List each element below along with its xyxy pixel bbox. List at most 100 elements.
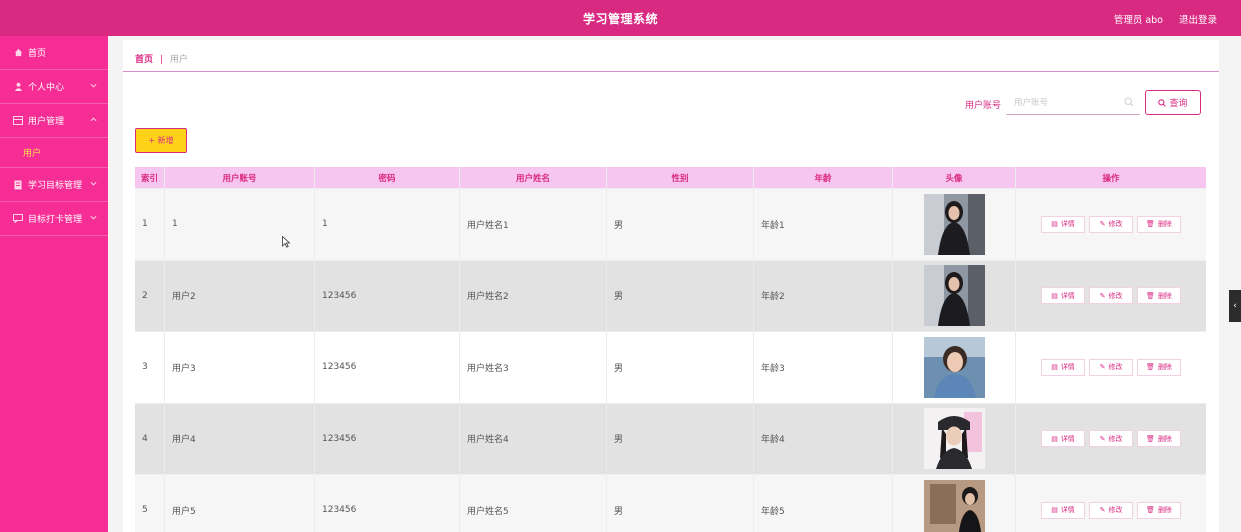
edit-label: 修改 bbox=[1108, 506, 1123, 515]
trash-icon: 🗑 bbox=[1146, 506, 1155, 515]
detail-button[interactable]: ▤ 详情 bbox=[1041, 287, 1085, 305]
sidebar-item-study-goals[interactable]: 学习目标管理 bbox=[0, 168, 108, 202]
edit-button[interactable]: ✎ 修改 bbox=[1089, 501, 1133, 519]
table-row: 5 用户5 123456 用户姓名5 男 年龄5 ▤ 详情 ✎ 修改 🗑 删除 bbox=[135, 475, 1206, 532]
delete-button[interactable]: 🗑 删除 bbox=[1137, 287, 1181, 305]
cell-password: 123456 bbox=[315, 260, 460, 331]
detail-icon: ▤ bbox=[1051, 291, 1058, 300]
column-header: 性别 bbox=[607, 167, 754, 188]
cell-age: 年龄1 bbox=[754, 189, 893, 260]
avatar bbox=[923, 193, 985, 255]
detail-icon: ▤ bbox=[1051, 363, 1058, 372]
sidebar-item-personal[interactable]: 个人中心 bbox=[0, 70, 108, 104]
edit-icon: ✎ bbox=[1099, 434, 1106, 443]
cell-sex: 男 bbox=[607, 475, 754, 532]
search-icon bbox=[1158, 98, 1167, 107]
sidebar-item-home[interactable]: 首页 bbox=[0, 36, 108, 70]
query-button-label: 查询 bbox=[1169, 99, 1188, 109]
delete-button[interactable]: 🗑 删除 bbox=[1137, 501, 1181, 519]
chevron-down-icon bbox=[90, 179, 97, 188]
table-icon bbox=[13, 116, 23, 126]
avatar bbox=[923, 336, 985, 398]
detail-button[interactable]: ▤ 详情 bbox=[1041, 501, 1085, 519]
cell-index: 3 bbox=[135, 332, 165, 403]
detail-button[interactable]: ▤ 详情 bbox=[1041, 430, 1085, 448]
cell-index: 5 bbox=[135, 475, 165, 532]
chevron-up-icon bbox=[90, 115, 97, 124]
sidebar: 首页 个人中心 用户管理 用户 学习目标管理 目标打卡管理 bbox=[0, 36, 108, 532]
detail-label: 详情 bbox=[1060, 220, 1075, 229]
user-icon bbox=[13, 82, 23, 92]
edit-button[interactable]: ✎ 修改 bbox=[1089, 358, 1133, 376]
column-header: 用户账号 bbox=[165, 167, 315, 188]
delete-button[interactable]: 🗑 删除 bbox=[1137, 358, 1181, 376]
table-row: 3 用户3 123456 用户姓名3 男 年龄3 ▤ 详情 ✎ 修改 🗑 删除 bbox=[135, 332, 1206, 404]
query-button[interactable]: 查询 bbox=[1145, 90, 1201, 115]
search-field bbox=[1006, 92, 1140, 115]
sidebar-item-goal-checkin[interactable]: 目标打卡管理 bbox=[0, 202, 108, 236]
delete-label: 删除 bbox=[1157, 291, 1172, 300]
trash-icon: 🗑 bbox=[1146, 291, 1155, 300]
table-header-row: 索引 用户账号 密码 用户姓名 性别 年龄 头像 操作 bbox=[135, 167, 1206, 189]
column-header: 用户姓名 bbox=[460, 167, 607, 188]
cell-age: 年龄2 bbox=[754, 260, 893, 331]
search-input[interactable] bbox=[1006, 92, 1116, 114]
add-button[interactable]: + 新增 bbox=[135, 128, 187, 153]
avatar bbox=[923, 408, 985, 470]
chevron-down-icon bbox=[90, 213, 97, 222]
detail-button[interactable]: ▤ 详情 bbox=[1041, 215, 1085, 233]
current-user: 管理员 abo bbox=[1113, 15, 1163, 26]
delete-button[interactable]: 🗑 删除 bbox=[1137, 215, 1181, 233]
edit-icon: ✎ bbox=[1099, 506, 1106, 515]
collapse-panel-button[interactable]: ‹ bbox=[1229, 290, 1241, 322]
trash-icon: 🗑 bbox=[1146, 363, 1155, 372]
column-header: 头像 bbox=[893, 167, 1016, 188]
main-content: 首页 | 用户 用户账号 查询 + 新增 索引 用户账号 密码 用户姓名 性别 … bbox=[123, 40, 1219, 532]
cell-account: 1 bbox=[165, 189, 315, 260]
detail-label: 详情 bbox=[1060, 434, 1075, 443]
edit-icon: ✎ bbox=[1099, 363, 1106, 372]
cell-age: 年龄5 bbox=[754, 475, 893, 532]
edit-button[interactable]: ✎ 修改 bbox=[1089, 430, 1133, 448]
detail-button[interactable]: ▤ 详情 bbox=[1041, 358, 1085, 376]
cell-sex: 男 bbox=[607, 403, 754, 474]
column-header: 年龄 bbox=[754, 167, 893, 188]
delete-button[interactable]: 🗑 删除 bbox=[1137, 430, 1181, 448]
detail-icon: ▤ bbox=[1051, 506, 1058, 515]
sidebar-subitem-users[interactable]: 用户 bbox=[0, 138, 108, 168]
delete-label: 删除 bbox=[1157, 363, 1172, 372]
breadcrumb-separator: | bbox=[159, 55, 163, 65]
trash-icon: 🗑 bbox=[1146, 220, 1155, 229]
edit-label: 修改 bbox=[1108, 220, 1123, 229]
edit-icon: ✎ bbox=[1099, 220, 1106, 229]
cell-password: 123456 bbox=[315, 403, 460, 474]
sidebar-item-label: 首页 bbox=[28, 49, 47, 59]
edit-button[interactable]: ✎ 修改 bbox=[1089, 215, 1133, 233]
column-header: 索引 bbox=[135, 167, 165, 188]
sidebar-item-user-management[interactable]: 用户管理 bbox=[0, 104, 108, 138]
sidebar-item-label: 用户管理 bbox=[28, 117, 65, 127]
cell-name: 用户姓名3 bbox=[460, 332, 607, 403]
table-row: 4 用户4 123456 用户姓名4 男 年龄4 ▤ 详情 ✎ 修改 🗑 删除 bbox=[135, 403, 1206, 475]
chevron-left-icon: ‹ bbox=[1233, 301, 1237, 311]
delete-label: 删除 bbox=[1157, 506, 1172, 515]
cell-sex: 男 bbox=[607, 332, 754, 403]
edit-icon: ✎ bbox=[1099, 291, 1106, 300]
logout-link[interactable]: 退出登录 bbox=[1179, 12, 1217, 26]
edit-button[interactable]: ✎ 修改 bbox=[1089, 287, 1133, 305]
detail-label: 详情 bbox=[1060, 291, 1075, 300]
breadcrumb-current: 用户 bbox=[169, 55, 188, 65]
sidebar-item-label: 目标打卡管理 bbox=[28, 215, 83, 225]
delete-label: 删除 bbox=[1157, 434, 1172, 443]
edit-label: 修改 bbox=[1108, 363, 1123, 372]
cell-account: 用户3 bbox=[165, 332, 315, 403]
cell-age: 年龄4 bbox=[754, 403, 893, 474]
cell-account: 用户2 bbox=[165, 260, 315, 331]
search-label: 用户账号 bbox=[965, 101, 1002, 111]
table-row: 1 1 1 用户姓名1 男 年龄1 ▤ 详情 ✎ 修改 🗑 删除 bbox=[135, 189, 1206, 261]
cell-name: 用户姓名5 bbox=[460, 475, 607, 532]
breadcrumb-home[interactable]: 首页 bbox=[135, 55, 153, 65]
cell-account: 用户5 bbox=[165, 475, 315, 532]
cell-index: 1 bbox=[135, 189, 165, 260]
delete-label: 删除 bbox=[1157, 220, 1172, 229]
